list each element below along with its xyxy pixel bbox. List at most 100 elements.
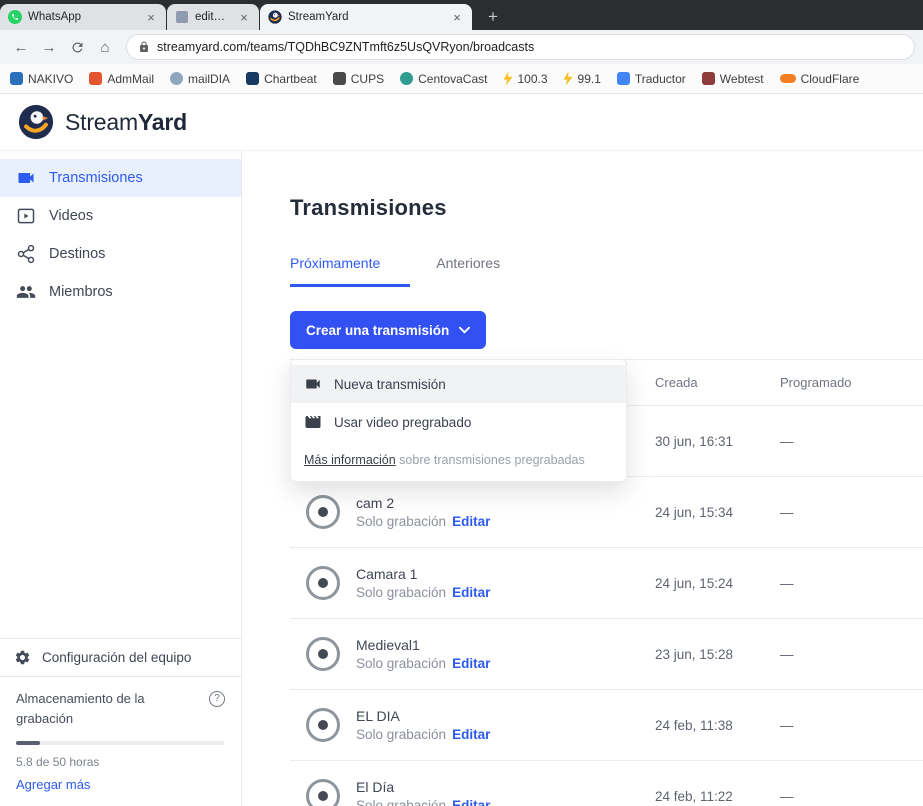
video-camera-icon bbox=[16, 168, 36, 188]
lightning-icon bbox=[503, 72, 512, 86]
bookmark-radio-99-1[interactable]: 99.1 bbox=[564, 72, 601, 86]
created-date: 24 feb, 11:22 bbox=[643, 789, 768, 804]
lock-icon bbox=[138, 41, 150, 53]
broadcast-row[interactable]: EL DIA Solo grabaciónEditar 24 feb, 11:3… bbox=[290, 690, 923, 761]
created-date: 23 jun, 15:28 bbox=[643, 647, 768, 662]
tab-title: WhatsApp bbox=[28, 11, 138, 23]
sidebar-item-destinos[interactable]: Destinos bbox=[0, 235, 241, 273]
record-icon bbox=[306, 495, 340, 529]
browser-tab-editoresweb[interactable]: editoresweb:sitioweb:eldia.co × bbox=[167, 4, 259, 30]
storage-progress-bar bbox=[16, 741, 224, 745]
sidebar-item-label: Transmisiones bbox=[49, 170, 143, 186]
bookmark-maildia[interactable]: mailDIA bbox=[170, 72, 230, 86]
bookmark-label: Chartbeat bbox=[264, 72, 317, 86]
streamyard-logo-icon[interactable] bbox=[18, 104, 54, 140]
sidebar-item-label: Miembros bbox=[49, 284, 113, 300]
lightning-icon bbox=[564, 72, 573, 86]
clapperboard-icon bbox=[304, 413, 322, 431]
centovacast-icon bbox=[400, 72, 413, 85]
cloudflare-icon bbox=[780, 74, 796, 83]
bookmark-nakivo[interactable]: NAKIVO bbox=[10, 72, 73, 86]
sidebar-item-miembros[interactable]: Miembros bbox=[0, 273, 241, 311]
cups-icon bbox=[333, 72, 346, 85]
tab-proximamente[interactable]: Próximamente bbox=[290, 255, 410, 287]
sidebar-item-videos[interactable]: Videos bbox=[0, 197, 241, 235]
create-broadcast-button[interactable]: Crear una transmisión bbox=[290, 311, 486, 349]
menu-item-nueva-transmision[interactable]: Nueva transmisión bbox=[291, 365, 626, 403]
maildia-icon bbox=[170, 72, 183, 85]
tab-anteriores[interactable]: Anteriores bbox=[436, 255, 500, 287]
menu-item-video-pregrabado[interactable]: Usar video pregrabado bbox=[291, 403, 626, 441]
url-text: streamyard.com/teams/TQDhBC9ZNTmft6z5UsQ… bbox=[157, 40, 534, 54]
create-broadcast-area: Crear una transmisión Nueva transmisión … bbox=[290, 311, 486, 349]
share-icon bbox=[16, 244, 36, 264]
broadcast-subtitle: Solo grabación bbox=[356, 656, 446, 671]
bookmark-label: CloudFlare bbox=[801, 72, 860, 86]
broadcast-row[interactable]: Camara 1 Solo grabaciónEditar 24 jun, 15… bbox=[290, 548, 923, 619]
edit-link[interactable]: Editar bbox=[452, 656, 490, 671]
broadcast-row[interactable]: El Día Solo grabaciónEditar 24 feb, 11:2… bbox=[290, 761, 923, 806]
forward-button[interactable]: → bbox=[36, 34, 62, 60]
menu-item-label: Nueva transmisión bbox=[334, 377, 446, 392]
storage-progress-fill bbox=[16, 741, 40, 745]
bookmark-cups[interactable]: CUPS bbox=[333, 72, 384, 86]
bookmark-radio-100-3[interactable]: 100.3 bbox=[503, 72, 547, 86]
bookmark-label: Traductor bbox=[635, 72, 686, 86]
main-content: Transmisiones Próximamente Anteriores Cr… bbox=[242, 151, 923, 806]
browser-tab-whatsapp[interactable]: WhatsApp × bbox=[0, 4, 166, 30]
edit-link[interactable]: Editar bbox=[452, 585, 490, 600]
bookmark-webtest[interactable]: Webtest bbox=[702, 72, 764, 86]
admmail-icon bbox=[89, 72, 102, 85]
team-settings-item[interactable]: Configuración del equipo bbox=[0, 638, 241, 676]
edit-link[interactable]: Editar bbox=[452, 514, 490, 529]
broadcast-subtitle: Solo grabación bbox=[356, 727, 446, 742]
site-favicon bbox=[176, 11, 188, 23]
record-icon bbox=[306, 779, 340, 806]
gear-icon bbox=[14, 649, 31, 666]
broadcast-row[interactable]: Medieval1 Solo grabación Editar 23 jun, 1… bbox=[290, 619, 923, 690]
tab-title: editoresweb:sitioweb:eldia.co bbox=[195, 11, 231, 23]
add-more-link[interactable]: Agregar más bbox=[16, 777, 90, 792]
tab-close-icon[interactable]: × bbox=[144, 10, 158, 25]
storage-section: Almacenamiento de la grabación ? 5.8 de … bbox=[0, 676, 241, 806]
home-button[interactable]: ⌂ bbox=[92, 34, 118, 60]
bookmark-centovacast[interactable]: CentovaCast bbox=[400, 72, 487, 86]
new-tab-button[interactable]: + bbox=[480, 4, 506, 30]
reload-button[interactable] bbox=[64, 34, 90, 60]
bookmark-cloudflare[interactable]: CloudFlare bbox=[780, 72, 860, 86]
broadcast-title: cam 2 bbox=[356, 495, 490, 511]
broadcast-row[interactable]: cam 2 Solo grabaciónEditar 24 jun, 15:34… bbox=[290, 477, 923, 548]
tab-close-icon[interactable]: × bbox=[450, 10, 464, 25]
streamyard-wordmark: StreamYard bbox=[65, 109, 187, 136]
streamyard-favicon-icon bbox=[268, 10, 282, 24]
team-settings-label: Configuración del equipo bbox=[42, 650, 191, 665]
browser-tab-streamyard[interactable]: StreamYard × bbox=[260, 4, 472, 30]
storage-label: Almacenamiento de la grabación bbox=[16, 689, 184, 729]
created-date: 24 jun, 15:24 bbox=[643, 576, 768, 591]
bookmark-traductor[interactable]: Traductor bbox=[617, 72, 686, 86]
broadcast-title: EL DIA bbox=[356, 708, 490, 724]
back-button[interactable]: ← bbox=[8, 34, 34, 60]
sidebar-item-transmisiones[interactable]: Transmisiones bbox=[0, 159, 241, 197]
create-broadcast-menu: Nueva transmisión Usar video pregrabado … bbox=[290, 359, 627, 482]
whatsapp-icon bbox=[8, 10, 22, 24]
edit-link[interactable]: Editar bbox=[452, 798, 490, 806]
more-info-link[interactable]: Más información bbox=[304, 453, 396, 467]
browser-window: WhatsApp × editoresweb:sitioweb:eldia.co… bbox=[0, 0, 923, 806]
tab-close-icon[interactable]: × bbox=[237, 10, 251, 25]
bookmark-label: NAKIVO bbox=[28, 72, 73, 86]
broadcast-subtitle: Solo grabación bbox=[356, 514, 446, 529]
bookmark-admmail[interactable]: AdmMail bbox=[89, 72, 154, 86]
record-icon bbox=[306, 708, 340, 742]
address-bar[interactable]: streamyard.com/teams/TQDhBC9ZNTmft6z5UsQ… bbox=[126, 34, 915, 60]
help-icon[interactable]: ? bbox=[209, 691, 225, 707]
bookmark-label: 99.1 bbox=[578, 72, 601, 86]
bookmarks-bar: NAKIVO AdmMail mailDIA Chartbeat CUPS Ce… bbox=[0, 64, 923, 94]
bookmark-chartbeat[interactable]: Chartbeat bbox=[246, 72, 317, 86]
scheduled-date: — bbox=[768, 718, 923, 733]
scheduled-date: — bbox=[768, 789, 923, 804]
edit-link[interactable]: Editar bbox=[452, 727, 490, 742]
broadcast-title: Medieval1 bbox=[356, 637, 490, 653]
webtest-icon bbox=[702, 72, 715, 85]
scheduled-date: — bbox=[768, 647, 923, 662]
